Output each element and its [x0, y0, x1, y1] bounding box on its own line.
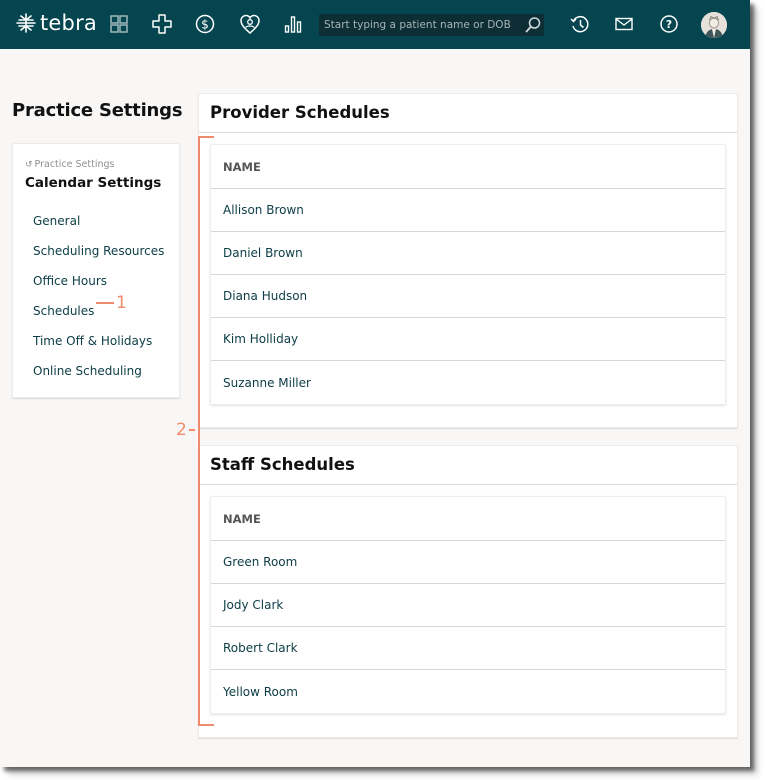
annotation-bracket-2: [198, 136, 214, 726]
dashboard-grid-icon[interactable]: [108, 13, 130, 35]
calendar-settings-sidebar: ↺ Practice Settings Calendar Settings Ge…: [12, 143, 180, 398]
reports-bar-chart-icon[interactable]: [282, 13, 304, 35]
tebra-logo[interactable]: tebra: [16, 11, 97, 35]
sidebar-item-time-off-holidays[interactable]: Time Off & Holidays: [33, 326, 164, 356]
sidebar-item-online-scheduling[interactable]: Online Scheduling: [33, 356, 164, 386]
callout-2-tick: [188, 429, 195, 431]
user-avatar[interactable]: [701, 12, 727, 38]
staff-schedules-table: NAME Green Room Jody Clark Robert Clark …: [210, 496, 726, 714]
staff-name-column-header[interactable]: NAME: [211, 497, 725, 541]
table-row[interactable]: Robert Clark: [211, 627, 725, 670]
table-row[interactable]: Suzanne Miller: [211, 361, 725, 404]
provider-schedules-table: NAME Allison Brown Daniel Brown Diana Hu…: [210, 144, 726, 405]
back-link-label: Practice Settings: [34, 159, 115, 170]
table-row[interactable]: Kim Holliday: [211, 318, 725, 361]
table-row[interactable]: Yellow Room: [211, 670, 725, 713]
sidebar-item-general[interactable]: General: [33, 206, 164, 236]
top-navigation-bar: tebra $ Start typing a patient name or D…: [0, 0, 750, 49]
page-title: Practice Settings: [12, 100, 183, 121]
patient-engagement-heart-icon[interactable]: [239, 13, 261, 35]
svg-text:?: ?: [666, 18, 672, 31]
table-row[interactable]: Daniel Brown: [211, 232, 725, 275]
back-to-practice-settings-link[interactable]: ↺ Practice Settings: [25, 159, 114, 170]
search-button[interactable]: [522, 14, 544, 36]
table-row[interactable]: Jody Clark: [211, 584, 725, 627]
help-icon[interactable]: ?: [658, 13, 680, 35]
annotation-callout-2: 2: [176, 420, 195, 440]
patient-search-box: [319, 14, 544, 36]
sidebar-item-scheduling-resources[interactable]: Scheduling Resources: [33, 236, 164, 266]
tebra-logo-icon: [16, 13, 36, 33]
mail-icon[interactable]: [613, 13, 635, 35]
staff-schedules-title: Staff Schedules: [199, 446, 737, 485]
table-row[interactable]: Allison Brown: [211, 189, 725, 232]
history-icon[interactable]: [569, 13, 591, 35]
callout-2-number: 2: [176, 420, 187, 440]
user-avatar-icon: [701, 12, 727, 38]
callout-1-line: [96, 302, 114, 304]
patient-search-input[interactable]: [319, 14, 522, 36]
sidebar-subtitle: Calendar Settings: [25, 175, 162, 191]
annotation-callout-1: 1: [96, 293, 127, 313]
table-row[interactable]: Diana Hudson: [211, 275, 725, 318]
callout-1-number: 1: [116, 293, 127, 313]
search-icon: [525, 17, 541, 33]
brand-name: tebra: [40, 11, 97, 35]
provider-schedules-title: Provider Schedules: [199, 94, 737, 133]
app-window: tebra $ Start typing a patient name or D…: [0, 0, 750, 767]
staff-schedules-panel: Staff Schedules NAME Green Room Jody Cla…: [198, 445, 738, 738]
provider-schedules-panel: Provider Schedules NAME Allison Brown Da…: [198, 93, 738, 428]
back-arrow-icon: ↺: [25, 159, 33, 170]
billing-dollar-icon[interactable]: $: [194, 13, 216, 35]
svg-text:$: $: [201, 18, 209, 32]
provider-name-column-header[interactable]: NAME: [211, 145, 725, 189]
sidebar-item-office-hours[interactable]: Office Hours: [33, 266, 164, 296]
clinical-plus-icon[interactable]: [151, 13, 173, 35]
table-row[interactable]: Green Room: [211, 541, 725, 584]
